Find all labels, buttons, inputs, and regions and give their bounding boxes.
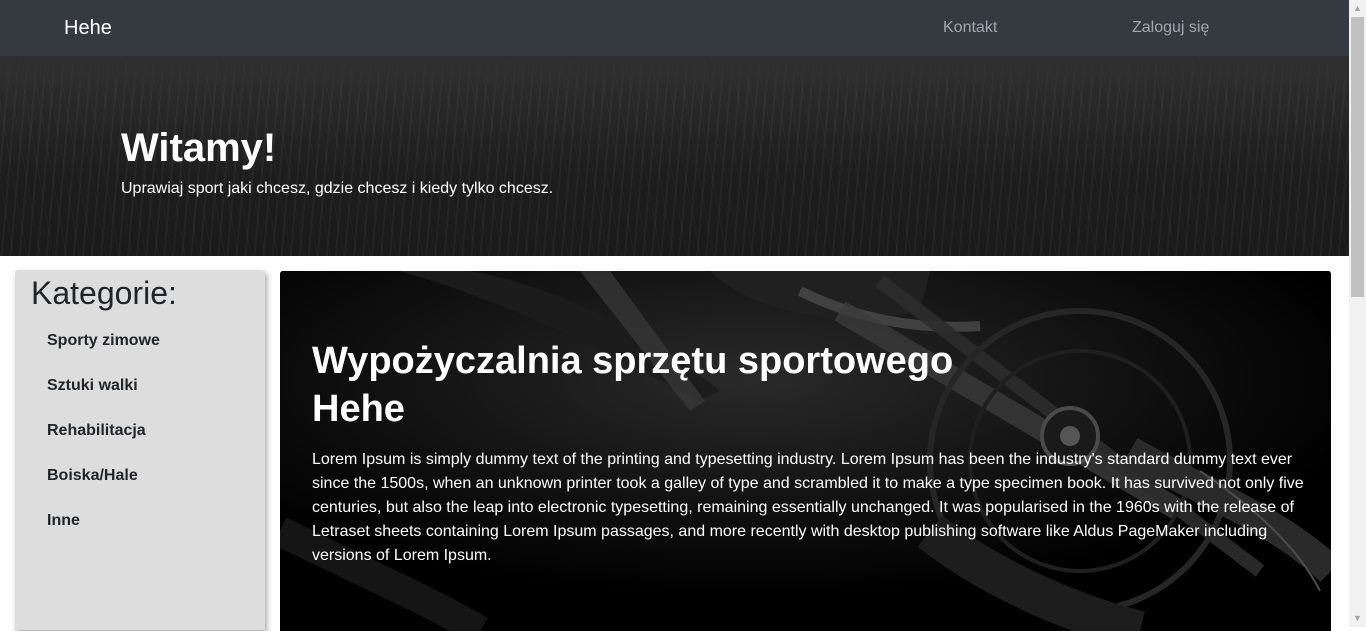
main-title-line-1: Wypożyczalnia sprzętu sportowego [312, 340, 954, 382]
hero-banner: Witamy! Uprawiaj sport jaki chcesz, gdzi… [0, 56, 1349, 256]
brand-link[interactable]: Hehe [64, 16, 112, 40]
nav-link-kontakt[interactable]: Kontakt [943, 18, 997, 38]
top-navbar: Hehe Kontakt Zaloguj się [0, 0, 1349, 56]
category-sidebar: Kategorie: Sporty zimowe Sztuki walki Re… [15, 270, 265, 630]
main-description: Lorem Ipsum is simply dummy text of the … [312, 451, 1304, 564]
category-link-boiska-hale[interactable]: Boiska/Hale [47, 466, 138, 486]
triangle-up-icon[interactable]: ▲ [1349, 0, 1366, 17]
scrollbar-thumb[interactable] [1351, 17, 1364, 297]
main-title-line-2: Hehe [312, 388, 405, 430]
nav-link-login[interactable]: Zaloguj się [1132, 18, 1209, 38]
category-link-rehabilitacja[interactable]: Rehabilitacja [47, 421, 146, 441]
triangle-down-icon[interactable]: ▼ [1349, 610, 1366, 627]
main-content-card: Wypożyczalnia sprzętu sportowego Hehe Lo… [280, 271, 1331, 631]
hero-title: Witamy! [121, 126, 277, 170]
hero-background-image [0, 56, 1349, 94]
sidebar-title: Kategorie: [31, 275, 177, 311]
page-scrollbar[interactable]: ▲ ▼ [1349, 0, 1366, 627]
category-link-sztuki-walki[interactable]: Sztuki walki [47, 376, 138, 396]
category-link-inne[interactable]: Inne [47, 511, 80, 531]
category-link-sporty-zimowe[interactable]: Sporty zimowe [47, 331, 160, 351]
hero-subtitle: Uprawiaj sport jaki chcesz, gdzie chcesz… [121, 180, 554, 197]
main-title: Wypożyczalnia sprzętu sportowego Hehe [312, 337, 1012, 433]
